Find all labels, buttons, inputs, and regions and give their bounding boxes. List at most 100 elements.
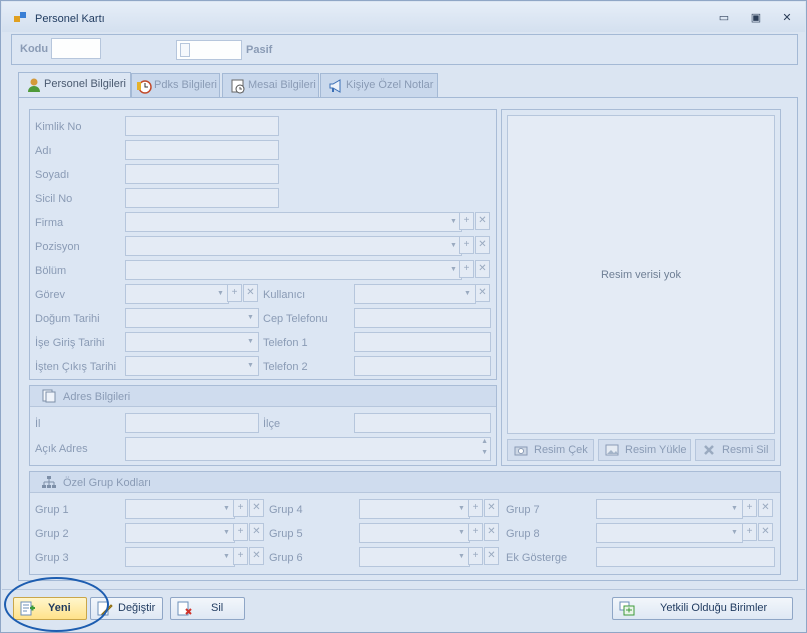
gorev-label: Görev [35,289,65,301]
sil-button[interactable]: Sil [170,597,245,620]
tab-pdks-bilgileri[interactable]: Pdks Bilgileri [131,73,220,97]
firma-label: Firma [35,217,64,229]
firma-add-button[interactable]: + [459,212,474,230]
gorev-clear-button[interactable]: ✕ [243,284,258,302]
bolum-clear-button[interactable]: ✕ [475,260,490,278]
ise-giris-tarihi-picker[interactable]: ▼ [125,332,259,352]
bolum-select[interactable]: ▼ [125,260,462,280]
chevron-down-icon: ▼ [247,314,254,321]
top-bar: Kodu Pasif [11,34,798,65]
schedule-icon [231,79,245,94]
grup6-clear-button[interactable]: ✕ [484,547,499,565]
il-input[interactable] [125,413,259,433]
isten-cikis-tarihi-picker[interactable]: ▼ [125,356,259,376]
minimize-button[interactable]: ▭ [714,10,734,26]
grup1-select[interactable]: ▼ [125,499,235,519]
highlight-circle [4,577,109,632]
il-label: İl [35,418,41,430]
grup1-add-button[interactable]: + [233,499,248,517]
grup3-label: Grup 3 [35,552,69,564]
grup8-label: Grup 8 [506,528,540,540]
grup5-select[interactable]: ▼ [359,523,470,543]
grup1-label: Grup 1 [35,504,69,516]
ek-gosterge-label: Ek Gösterge [506,552,568,564]
telefon2-label: Telefon 2 [263,361,308,373]
app-icon [14,12,26,22]
resim-cek-label: Resim Çek [534,444,588,456]
pozisyon-add-button[interactable]: + [459,236,474,254]
pozisyon-select[interactable]: ▼ [125,236,462,256]
kullanici-select[interactable]: ▼ [354,284,476,304]
grup8-add-button[interactable]: + [742,523,757,541]
cep-telefonu-label: Cep Telefonu [263,313,328,325]
scroll-up-icon[interactable]: ▲ [481,438,488,445]
ilce-input[interactable] [354,413,491,433]
tab-kisiye-ozel-notlar[interactable]: Kişiye Özel Notlar [320,73,438,97]
tab-label: Pdks Bilgileri [154,79,217,91]
resmi-sil-button[interactable]: Resmi Sil [695,439,775,461]
tab-mesai-bilgileri[interactable]: Mesai Bilgileri [222,73,319,97]
acik-adres-textarea[interactable]: ▲ ▼ [125,437,491,461]
pasif-label: Pasif [246,44,273,56]
grup4-add-button[interactable]: + [468,499,483,517]
grup5-clear-button[interactable]: ✕ [484,523,499,541]
pasif-toggle[interactable] [176,40,242,60]
gorev-select[interactable]: ▼ [125,284,229,304]
scroll-down-icon[interactable]: ▼ [481,449,488,456]
firma-clear-button[interactable]: ✕ [475,212,490,230]
address-group-header: Adres Bilgileri [30,386,496,407]
pozisyon-clear-button[interactable]: ✕ [475,236,490,254]
personel-karti-window: Personel Kartı ▭ ▣ ✕ Kodu Pasif Personel… [0,0,807,633]
adi-label: Adı [35,145,52,157]
photo-box[interactable]: Resim verisi yok [507,115,775,434]
chevron-down-icon: ▼ [247,338,254,345]
tab-personel-bilgileri[interactable]: Personel Bilgileri [18,72,131,98]
grup3-clear-button[interactable]: ✕ [249,547,264,565]
chevron-down-icon: ▼ [458,553,465,560]
gorev-add-button[interactable]: + [227,284,242,302]
delete-document-icon [177,601,192,616]
clock-icon [137,80,152,94]
grup2-select[interactable]: ▼ [125,523,235,543]
grup2-clear-button[interactable]: ✕ [249,523,264,541]
sicil-no-input[interactable] [125,188,279,208]
grup4-select[interactable]: ▼ [359,499,470,519]
image-icon [605,444,619,456]
grup3-add-button[interactable]: + [233,547,248,565]
resim-cek-button[interactable]: Resim Çek [507,439,594,461]
grup1-clear-button[interactable]: ✕ [249,499,264,517]
chevron-down-icon: ▼ [217,290,224,297]
grup4-clear-button[interactable]: ✕ [484,499,499,517]
close-button[interactable]: ✕ [777,10,797,26]
grup7-clear-button[interactable]: ✕ [758,499,773,517]
restore-button[interactable]: ▣ [746,10,766,26]
kimlik-no-input[interactable] [125,116,279,136]
grup7-add-button[interactable]: + [742,499,757,517]
grup8-clear-button[interactable]: ✕ [758,523,773,541]
ek-gosterge-input[interactable] [596,547,775,567]
dogum-tarihi-picker[interactable]: ▼ [125,308,259,328]
resim-yukle-button[interactable]: Resim Yükle [598,439,691,461]
telefon1-input[interactable] [354,332,491,352]
grup6-add-button[interactable]: + [468,547,483,565]
grup3-select[interactable]: ▼ [125,547,235,567]
grup7-select[interactable]: ▼ [596,499,743,519]
grup6-select[interactable]: ▼ [359,547,470,567]
soyadi-input[interactable] [125,164,279,184]
address-book-icon [42,389,56,403]
grup2-add-button[interactable]: + [233,523,248,541]
bolum-add-button[interactable]: + [459,260,474,278]
telefon2-input[interactable] [354,356,491,376]
adi-input[interactable] [125,140,279,160]
dogum-tarihi-label: Doğum Tarihi [35,313,100,325]
cep-telefonu-input[interactable] [354,308,491,328]
grup5-label: Grup 5 [269,528,303,540]
kodu-input[interactable] [51,38,101,59]
person-icon [28,78,40,92]
kullanici-clear-button[interactable]: ✕ [475,284,490,302]
grup4-label: Grup 4 [269,504,303,516]
grup5-add-button[interactable]: + [468,523,483,541]
grup8-select[interactable]: ▼ [596,523,743,543]
firma-select[interactable]: ▼ [125,212,462,232]
yetkili-birimler-button[interactable]: Yetkili Olduğu Birimler [612,597,793,620]
